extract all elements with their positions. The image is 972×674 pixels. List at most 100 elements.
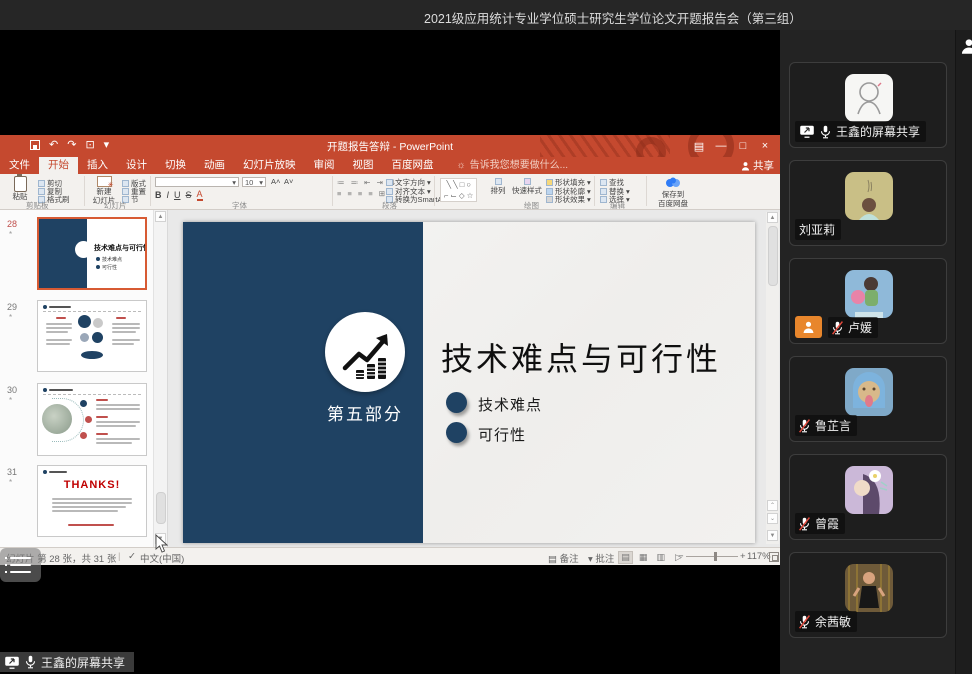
tab-baidu-pan[interactable]: 百度网盘	[383, 157, 443, 174]
minimize-icon[interactable]: —	[710, 135, 732, 157]
thumbnail-slide-28[interactable]: 技术难点与可行性 技术难点 可行性	[37, 217, 147, 290]
mic-on-icon	[820, 125, 831, 139]
scroll-up-icon[interactable]: ▲	[767, 212, 778, 223]
slide-bullet-dot	[446, 422, 467, 443]
participant-tile[interactable]: 刘亚莉	[789, 160, 947, 246]
scroll-up-icon[interactable]: ▲	[155, 211, 166, 222]
participant-tile[interactable]: 卢媛	[789, 258, 947, 344]
underline-button[interactable]: U	[174, 190, 181, 200]
shrink-font-button[interactable]: A˅	[284, 177, 293, 186]
arrange-button[interactable]: 排列	[486, 176, 510, 196]
tab-file[interactable]: 文件	[0, 157, 39, 174]
normal-view-icon[interactable]: ▤	[618, 551, 633, 564]
screen-share-status-label: 王鑫的屏幕共享	[0, 652, 134, 672]
slide-scrollbar[interactable]: ▲ ⌃ ⌄ ▼	[766, 212, 779, 544]
tell-me-box[interactable]: ☼ 告诉我您想要做什么...	[443, 157, 569, 174]
notes-button[interactable]: ▤ 备注	[548, 551, 579, 565]
save-to-baidu-pan-button[interactable]: 保存到 百度网盘	[652, 177, 694, 208]
italic-button[interactable]: I	[167, 190, 170, 200]
tab-animations[interactable]: 动画	[195, 157, 234, 174]
comments-button[interactable]: ▾ 批注	[588, 551, 614, 565]
font-size-combobox[interactable]: 10▾	[242, 177, 266, 187]
alignment-buttons[interactable]: ≡ ≡ ≡ ≡ ⊞	[337, 189, 387, 198]
thumbnail-slide-31[interactable]: THANKS!	[37, 465, 147, 537]
maximize-icon[interactable]: □	[732, 135, 754, 157]
font-style-buttons: B I U S A	[155, 189, 206, 201]
tab-view[interactable]: 视图	[344, 157, 383, 174]
participant-tile[interactable]: 曾霞	[789, 454, 947, 540]
font-color-button[interactable]: A	[197, 189, 203, 201]
tab-home[interactable]: 开始	[39, 157, 78, 174]
tab-transitions[interactable]: 切换	[156, 157, 195, 174]
avatar	[845, 270, 893, 318]
next-slide-icon[interactable]: ⌄	[767, 513, 778, 524]
annotation-toolbar-button[interactable]	[0, 548, 41, 582]
thumbnail-slide-30[interactable]	[37, 383, 147, 456]
participant-name: 刘亚莉	[799, 221, 835, 238]
shape-effects-button[interactable]: 形状效果▾	[546, 194, 591, 205]
avatar	[845, 74, 893, 122]
window-controls: ▤ — □ ×	[688, 135, 776, 157]
ppt-content-area: 28 * 技术难点与可行性 技术难点 可行性 29 *	[0, 210, 780, 547]
reading-view-icon[interactable]: ▥	[653, 552, 668, 563]
font-name-combobox[interactable]: ▾	[155, 177, 239, 187]
animation-star-icon: *	[9, 478, 12, 487]
paste-button[interactable]: 粘贴	[4, 176, 36, 202]
participant-tile[interactable]: 鲁芷言	[789, 356, 947, 442]
ppt-title-bar[interactable]: ↶ ↷ ⊡ ▾ 开题报告答辩 - PowerPoint ▤ — □ ×	[0, 135, 780, 157]
animation-star-icon: *	[9, 396, 12, 405]
quick-styles-button[interactable]: 快速样式	[512, 176, 542, 196]
screen-share-status-text: 王鑫的屏幕共享	[41, 654, 125, 671]
thumbnail-number: 31	[7, 467, 17, 477]
slide-bullet-text: 技术难点	[478, 394, 542, 415]
person-icon	[802, 321, 815, 333]
zoom-out-button[interactable]: −	[678, 551, 684, 562]
thumbnail-slide-29[interactable]	[37, 300, 147, 372]
zoom-slider-thumb[interactable]	[714, 552, 717, 561]
participant-tile[interactable]: 余茜敏	[789, 552, 947, 638]
tab-review[interactable]: 审阅	[305, 157, 344, 174]
tab-slideshow[interactable]: 幻灯片放映	[234, 157, 305, 174]
spell-check-icon[interactable]: ✓	[128, 551, 136, 562]
ribbon-display-options-icon[interactable]: ▤	[688, 135, 710, 157]
avatar	[845, 564, 893, 612]
slide-sorter-view-icon[interactable]: ▦	[636, 552, 651, 563]
zoom-level[interactable]: 117%	[747, 551, 771, 562]
grow-font-button[interactable]: A˄	[271, 177, 280, 186]
ppt-window-title: 开题报告答辩 - PowerPoint	[0, 139, 780, 154]
avatar	[845, 466, 893, 514]
tab-design[interactable]: 设计	[117, 157, 156, 174]
strikethrough-button[interactable]: S	[186, 190, 192, 200]
host-badge	[795, 316, 822, 338]
zoom-in-button[interactable]: +	[740, 551, 746, 562]
shape-effects-icon	[546, 196, 553, 203]
zoom-slider-track[interactable]	[686, 556, 738, 557]
person-icon	[741, 161, 750, 171]
arrange-icon	[495, 178, 502, 185]
scrollbar-thumb[interactable]	[768, 226, 778, 286]
current-slide[interactable]: 第五部分 技术难点与可行性 技术难点 可行性	[183, 222, 755, 543]
scrollbar-thumb[interactable]	[156, 492, 166, 524]
sidebar-collapse-strip[interactable]	[955, 30, 972, 674]
slide-bullet-text: 可行性	[478, 424, 526, 445]
animation-star-icon: *	[9, 313, 12, 322]
shapes-gallery[interactable]: ╲ ╲ □ ○ ⌐ ⌙ ◇ ☆	[440, 178, 477, 202]
slide-thumbnail-panel[interactable]: 28 * 技术难点与可行性 技术难点 可行性 29 *	[0, 210, 168, 547]
meeting-title: 2021级应用统计专业学位硕士研究生学位论文开题报告会（第三组）	[424, 8, 802, 27]
fit-to-window-button[interactable]	[769, 551, 779, 564]
lightbulb-icon: ☼	[457, 157, 466, 174]
fit-to-window-icon	[769, 552, 779, 562]
scroll-down-icon[interactable]: ▼	[767, 530, 778, 541]
powerpoint-window: ↶ ↷ ⊡ ▾ 开题报告答辩 - PowerPoint ▤ — □ × 文件 开…	[0, 135, 780, 565]
participant-name: 鲁芷言	[815, 417, 851, 434]
thumbnail-scrollbar[interactable]: ▲ ▼	[153, 210, 167, 547]
share-button[interactable]: 共享	[741, 157, 774, 174]
bold-button[interactable]: B	[155, 190, 162, 200]
previous-slide-icon[interactable]: ⌃	[767, 500, 778, 511]
participants-sidebar: 王鑫的屏幕共享 刘亚莉 卢媛 鲁芷言	[780, 30, 955, 674]
participant-tile[interactable]: 王鑫的屏幕共享	[789, 62, 947, 148]
mouse-cursor	[155, 534, 168, 558]
close-icon[interactable]: ×	[754, 135, 776, 157]
tab-insert[interactable]: 插入	[78, 157, 117, 174]
ribbon: 粘贴 剪切 复制 格式刷 剪贴板 新建 幻灯片 版式 重置 节 幻灯片 ▾ 10…	[0, 174, 780, 210]
